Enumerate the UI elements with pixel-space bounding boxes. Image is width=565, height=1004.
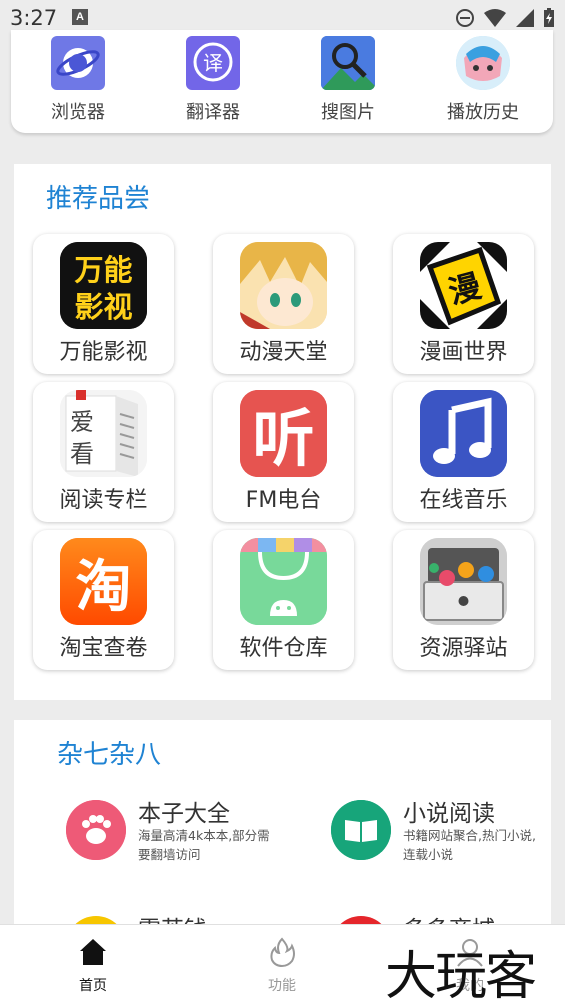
browser-icon xyxy=(51,36,105,90)
app-tile-fm[interactable]: 听 FM电台 xyxy=(213,382,354,522)
notification-a-icon: A xyxy=(72,9,88,25)
nav-label: 首页 xyxy=(79,978,107,994)
icon-text-top: 万能 xyxy=(74,253,132,287)
taobao-icon: 淘 xyxy=(60,538,147,625)
svg-text:爱: 爱 xyxy=(70,408,94,436)
quick-translator[interactable]: 译 翻译器 xyxy=(158,30,268,124)
music-note-icon xyxy=(420,390,507,477)
video-app-icon: 万能 影视 xyxy=(60,242,147,329)
app-tile-anime[interactable]: 动漫天堂 xyxy=(213,234,354,374)
svg-text:看: 看 xyxy=(70,440,94,468)
quick-browser[interactable]: 浏览器 xyxy=(23,30,133,124)
status-time: 3:27 xyxy=(10,6,58,30)
app-label: FM电台 xyxy=(245,488,322,513)
fm-radio-icon: 听 xyxy=(240,390,327,477)
reading-app-icon: 爱 看 xyxy=(60,390,147,477)
signal-icon xyxy=(516,9,534,27)
translator-glyph: 译 xyxy=(203,51,223,75)
app-label: 阅读专栏 xyxy=(59,488,148,513)
quick-label: 播放历史 xyxy=(447,102,519,123)
quick-play-history[interactable]: 播放历史 xyxy=(428,30,538,124)
misc-title: 本子大全 xyxy=(138,801,230,827)
do-not-disturb-icon xyxy=(456,9,474,27)
resource-box-icon xyxy=(420,538,507,625)
comic-app-icon: 漫 xyxy=(420,242,507,329)
quick-label: 搜图片 xyxy=(321,102,375,123)
nav-label: 功能 xyxy=(268,978,296,994)
watermark: 大玩客 xyxy=(385,947,537,1004)
misc-desc: 书籍网站聚合,热门小说,连载小说 xyxy=(403,828,536,862)
quick-label: 翻译器 xyxy=(186,102,240,123)
app-store-bag-icon xyxy=(240,538,327,625)
section-title: 杂七杂八 xyxy=(57,740,162,770)
paw-icon xyxy=(66,800,126,860)
recommend-section: 推荐品尝 万能 影视 万能影视 动漫天堂 漫 漫画世界 爱 看 阅读专栏 听 F… xyxy=(14,164,551,700)
app-tile-video[interactable]: 万能 影视 万能影视 xyxy=(33,234,174,374)
app-tile-comic[interactable]: 漫 漫画世界 xyxy=(393,234,534,374)
app-label: 动漫天堂 xyxy=(239,340,328,365)
anime-app-icon xyxy=(240,242,327,329)
app-tile-resource[interactable]: 资源驿站 xyxy=(393,530,534,670)
translator-icon: 译 xyxy=(186,36,240,90)
book-icon xyxy=(331,800,391,860)
app-label: 淘宝查卷 xyxy=(59,636,148,661)
misc-desc: 海量高清4k本本,部分需要翻墙访问 xyxy=(138,828,270,862)
misc-section: 杂七杂八 本子大全 海量高清4k本本,部分需要翻墙访问 小说阅读 书籍网站聚合,… xyxy=(14,720,551,976)
app-label: 在线音乐 xyxy=(419,488,508,513)
fm-glyph: 听 xyxy=(252,402,314,475)
nav-home[interactable]: 首页 xyxy=(53,937,133,995)
image-search-icon xyxy=(321,36,375,90)
misc-title: 小说阅读 xyxy=(403,801,495,827)
home-icon xyxy=(80,939,106,965)
quick-access-card: 浏览器 译 翻译器 搜图片 播放历史 xyxy=(11,30,553,133)
app-label: 软件仓库 xyxy=(239,636,328,661)
quick-image-search[interactable]: 搜图片 xyxy=(293,30,403,124)
quick-label: 浏览器 xyxy=(51,102,105,123)
app-tile-taobao[interactable]: 淘 淘宝查卷 xyxy=(33,530,174,670)
app-tile-store[interactable]: 软件仓库 xyxy=(213,530,354,670)
icon-text-bottom: 影视 xyxy=(74,290,132,324)
status-icons xyxy=(455,8,555,28)
play-history-icon xyxy=(456,36,510,90)
app-label: 万能影视 xyxy=(59,340,148,365)
taobao-glyph: 淘 xyxy=(76,555,132,620)
section-title: 推荐品尝 xyxy=(46,184,151,214)
wifi-icon xyxy=(484,9,506,27)
app-tile-reading[interactable]: 爱 看 阅读专栏 xyxy=(33,382,174,522)
fire-icon xyxy=(270,937,295,968)
app-tile-music[interactable]: 在线音乐 xyxy=(393,382,534,522)
battery-icon xyxy=(544,8,554,27)
nav-features[interactable]: 功能 xyxy=(242,937,322,995)
app-label: 资源驿站 xyxy=(419,636,508,661)
app-label: 漫画世界 xyxy=(419,340,508,365)
